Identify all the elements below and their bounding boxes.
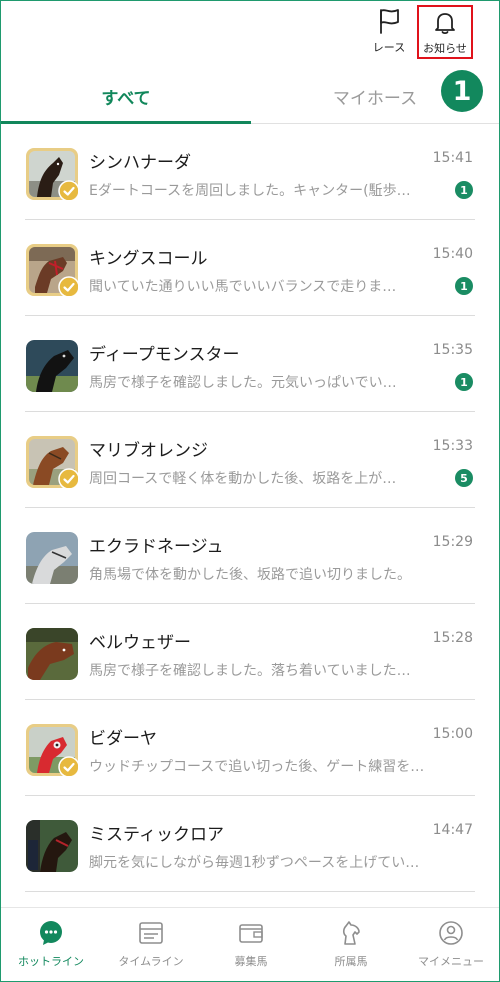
timeline-icon: [139, 922, 163, 944]
unread-count-badge: 1: [455, 373, 473, 391]
horse-name: ディープモンスター: [89, 345, 240, 365]
message-preview: 周回コースで軽く体を動かした後、坂路を上が…: [89, 471, 397, 487]
message-preview: 聞いていた通りいい馬でいいバランスで走りま…: [89, 279, 397, 295]
list-item[interactable]: ミスティックロア 14:47 脚元を気にしながら毎週1秒ずつペースを上げてい…: [1, 796, 499, 892]
horse-name: ミスティックロア: [89, 825, 224, 845]
message-preview: Eダートコースを周回しました。キャンター(駈歩…: [89, 183, 411, 199]
list-item[interactable]: シンハナーダ 15:41 Eダートコースを周回しました。キャンター(駈歩… 1: [1, 124, 499, 220]
avatar: [26, 436, 78, 488]
avatar: [26, 820, 78, 872]
avatar: [26, 340, 78, 392]
nav-recruit-horses[interactable]: 募集馬: [201, 908, 301, 981]
message-preview: 馬房で様子を確認しました。元気いっぱいでい…: [89, 375, 397, 391]
list-item[interactable]: ビダーヤ 15:00 ウッドチップコースで追い切った後、ゲート練習を…: [1, 700, 499, 796]
message-preview: ウッドチップコースで追い切った後、ゲート練習を…: [89, 759, 425, 775]
horse-name: エクラドネージュ: [89, 537, 224, 557]
message-time: 15:00: [432, 726, 473, 742]
message-time: 15:40: [432, 246, 473, 262]
message-time: 14:47: [432, 822, 473, 838]
race-label: レース: [372, 41, 406, 54]
verified-badge-icon: [58, 756, 78, 776]
horse-name: シンハナーダ: [89, 153, 191, 173]
flag-icon: [380, 9, 399, 34]
top-bar: レース お知らせ: [1, 1, 499, 69]
user-circle-icon: [439, 921, 463, 945]
nav-label: マイメニュー: [418, 955, 484, 968]
message-time: 15:41: [432, 150, 473, 166]
message-time: 15:29: [432, 534, 473, 550]
list-item[interactable]: マリブオレンジ 15:33 周回コースで軽く体を動かした後、坂路を上が… 5: [1, 412, 499, 508]
nav-timeline[interactable]: タイムライン: [101, 908, 201, 981]
list-item[interactable]: ディープモンスター 15:35 馬房で様子を確認しました。元気いっぱいでい… 1: [1, 316, 499, 412]
horse-name: ビダーヤ: [89, 729, 157, 749]
chat-bubble-icon: [40, 921, 62, 945]
wallet-icon: [239, 924, 263, 943]
step-number-badge: 1: [441, 70, 483, 112]
horse-name: キングスコール: [89, 249, 208, 269]
list-item[interactable]: ベルウェザー 15:28 馬房で様子を確認しました。落ち着いていました…: [1, 604, 499, 700]
race-button[interactable]: レース: [362, 7, 416, 63]
nav-my-menu[interactable]: マイメニュー: [401, 908, 499, 981]
unread-count-badge: 1: [455, 181, 473, 199]
notice-label: お知らせ: [423, 42, 467, 55]
bottom-navigation: ホットライン タイムライン 募集馬 所属馬 マイメニュー: [1, 907, 499, 981]
nav-label: タイムライン: [118, 955, 184, 968]
list-item[interactable]: キングスコール 15:40 聞いていた通りいい馬でいいバランスで走りま… 1: [1, 220, 499, 316]
list-item[interactable]: エクラドネージュ 15:29 角馬場で体を動かした後、坂路で追い切りました。: [1, 508, 499, 604]
nav-hotline[interactable]: ホットライン: [1, 908, 101, 981]
verified-badge-icon: [58, 468, 78, 488]
avatar: [26, 148, 78, 200]
horse-head-icon: [342, 921, 360, 945]
bell-icon: [435, 13, 455, 35]
message-time: 15:33: [432, 438, 473, 454]
message-preview: 馬房で様子を確認しました。落ち着いていました…: [89, 663, 411, 679]
horse-name: マリブオレンジ: [89, 441, 208, 461]
horse-photo: [26, 532, 78, 584]
nav-label: 募集馬: [234, 955, 268, 968]
verified-badge-icon: [58, 180, 78, 200]
horse-photo: [26, 628, 78, 680]
nav-owned-horses[interactable]: 所属馬: [301, 908, 401, 981]
nav-label: 所属馬: [334, 955, 368, 968]
unread-count-badge: 5: [455, 469, 473, 487]
app-screen: レース お知らせ すべて マイホース 1 シンハナーダ 15:41 Eダートコー…: [0, 0, 500, 982]
unread-count-badge: 1: [455, 277, 473, 295]
avatar: [26, 628, 78, 680]
message-time: 15:28: [432, 630, 473, 646]
avatar: [26, 244, 78, 296]
tab-all[interactable]: すべて: [1, 69, 251, 124]
message-time: 15:35: [432, 342, 473, 358]
divider: [25, 891, 475, 892]
horse-name: ベルウェザー: [89, 633, 191, 653]
horse-photo: [26, 340, 78, 392]
avatar: [26, 724, 78, 776]
nav-label: ホットライン: [18, 955, 84, 968]
notice-button[interactable]: お知らせ: [417, 5, 473, 59]
message-preview: 角馬場で体を動かした後、坂路で追い切りました。: [89, 567, 411, 583]
message-preview: 脚元を気にしながら毎週1秒ずつペースを上げてい…: [89, 855, 420, 871]
horse-photo: [26, 820, 78, 872]
verified-badge-icon: [58, 276, 78, 296]
avatar: [26, 532, 78, 584]
tab-bar: すべて マイホース: [1, 69, 499, 124]
